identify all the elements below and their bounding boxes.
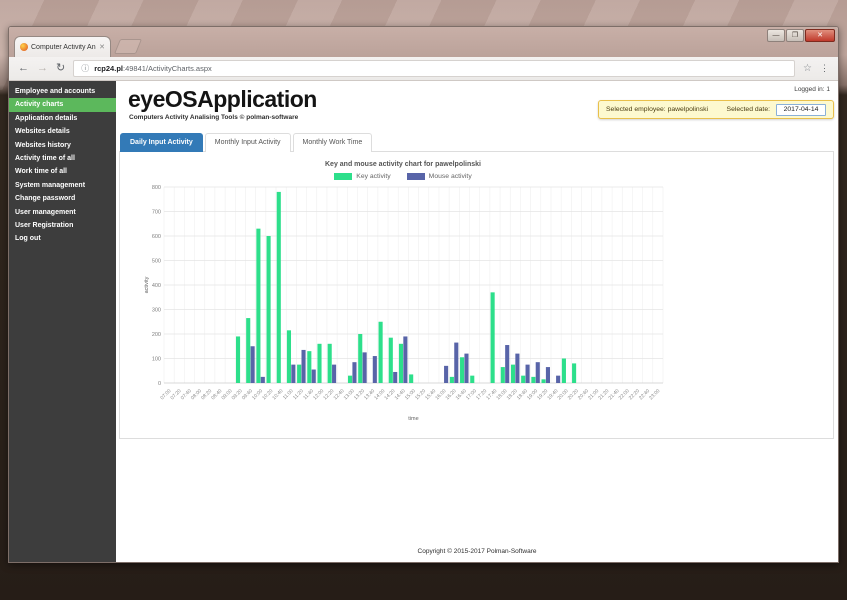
url-field[interactable]: ⓘ rcp24.pl:49841/ActivityCharts.aspx: [73, 60, 795, 77]
sidebar-item-application-details[interactable]: Application details: [9, 112, 116, 125]
selected-date-label: Selected date:: [727, 106, 770, 113]
browser-window: Computer Activity Analiz ✕ — ❐ ✕ ← → ↻ ⓘ…: [8, 26, 839, 563]
url-host: rcp24.pl: [94, 64, 123, 73]
tab-title: Computer Activity Analiz: [31, 44, 96, 51]
chart-panel: Key and mouse activity chart for pawelpo…: [119, 152, 834, 439]
activity-chart: 010020030040050060070080007:0007:2007:40…: [141, 182, 686, 432]
svg-text:600: 600: [152, 234, 161, 240]
svg-text:300: 300: [152, 308, 161, 314]
svg-text:500: 500: [152, 259, 161, 265]
svg-text:800: 800: [152, 185, 161, 191]
chart-tabs: Daily Input Activity Monthly Input Activ…: [119, 133, 834, 152]
selection-bar: Selected employee: pawelpolinski Selecte…: [598, 100, 834, 119]
mouse-activity-swatch: [407, 173, 425, 180]
copyright-footer: Copyright © 2015-2017 Polman-Software: [116, 548, 838, 555]
main-content: eyeOSApplication Computers Activity Anal…: [116, 81, 838, 562]
back-icon[interactable]: ←: [18, 63, 29, 74]
sidebar-item-websites-history[interactable]: Websites history: [9, 139, 116, 152]
svg-text:400: 400: [152, 283, 161, 289]
app-subtitle: Computers Activity Analising Tools © pol…: [129, 114, 298, 121]
legend-mouse-label: Mouse activity: [429, 173, 472, 180]
legend-key-activity: Key activity: [334, 173, 390, 180]
bookmark-star-icon[interactable]: ☆: [803, 63, 812, 74]
legend-mouse-activity: Mouse activity: [407, 173, 472, 180]
selected-employee-label: Selected employee: pawelpolinski: [606, 106, 721, 113]
sidebar-item-user-management[interactable]: User management: [9, 206, 116, 219]
new-tab-button[interactable]: [114, 39, 142, 54]
forward-icon[interactable]: →: [37, 63, 48, 74]
svg-text:23:00: 23:00: [648, 388, 661, 401]
minimize-button[interactable]: —: [767, 29, 785, 42]
svg-text:11:00: 11:00: [282, 388, 295, 401]
close-button[interactable]: ✕: [805, 29, 835, 42]
site-favicon-icon: [20, 43, 28, 51]
web-page: Employee and accounts Activity charts Ap…: [9, 81, 838, 562]
svg-text:time: time: [408, 416, 418, 422]
sidebar-item-employee-and-accounts[interactable]: Employee and accounts: [9, 85, 116, 98]
app-title: eyeOSApplication: [128, 86, 317, 113]
legend-key-label: Key activity: [356, 173, 390, 180]
tab-monthly-input-activity[interactable]: Monthly Input Activity: [205, 133, 291, 152]
sidebar: Employee and accounts Activity charts Ap…: [9, 81, 116, 562]
sidebar-item-activity-time-of-all[interactable]: Activity time of all: [9, 152, 116, 165]
maximize-button[interactable]: ❐: [786, 29, 804, 42]
sidebar-item-user-registration[interactable]: User Registration: [9, 219, 116, 232]
sidebar-item-activity-charts[interactable]: Activity charts: [9, 98, 116, 111]
svg-text:11:20: 11:20: [292, 388, 305, 401]
svg-text:activity: activity: [144, 276, 150, 293]
chart-legend: Key activity Mouse activity: [120, 173, 686, 180]
address-bar: ← → ↻ ⓘ rcp24.pl:49841/ActivityCharts.as…: [9, 57, 838, 81]
url-path: :49841/ActivityCharts.aspx: [123, 64, 212, 73]
tab-close-icon[interactable]: ✕: [99, 44, 105, 51]
sidebar-item-work-time-of-all[interactable]: Work time of all: [9, 165, 116, 178]
tab-daily-input-activity[interactable]: Daily Input Activity: [120, 133, 203, 152]
chart-title: Key and mouse activity chart for pawelpo…: [120, 161, 686, 168]
window-controls: — ❐ ✕: [767, 29, 835, 42]
svg-text:100: 100: [152, 357, 161, 363]
sidebar-item-system-management[interactable]: System management: [9, 179, 116, 192]
key-activity-swatch: [334, 173, 352, 180]
sidebar-item-websites-details[interactable]: Websites details: [9, 125, 116, 138]
sidebar-item-log-out[interactable]: Log out: [9, 232, 116, 245]
svg-text:0: 0: [158, 381, 161, 387]
browser-menu-icon[interactable]: ⋮: [820, 63, 829, 74]
page-info-icon[interactable]: ⓘ: [81, 65, 89, 73]
reload-icon[interactable]: ↻: [56, 63, 65, 74]
browser-tabstrip: Computer Activity Analiz ✕ — ❐ ✕: [9, 27, 838, 57]
svg-text:700: 700: [152, 210, 161, 216]
sidebar-item-change-password[interactable]: Change password: [9, 192, 116, 205]
svg-text:200: 200: [152, 332, 161, 338]
browser-tab[interactable]: Computer Activity Analiz ✕: [14, 36, 111, 57]
logged-in-status: Logged in: 1: [794, 86, 830, 93]
tab-monthly-work-time[interactable]: Monthly Work Time: [293, 133, 373, 152]
date-input[interactable]: [776, 104, 826, 116]
